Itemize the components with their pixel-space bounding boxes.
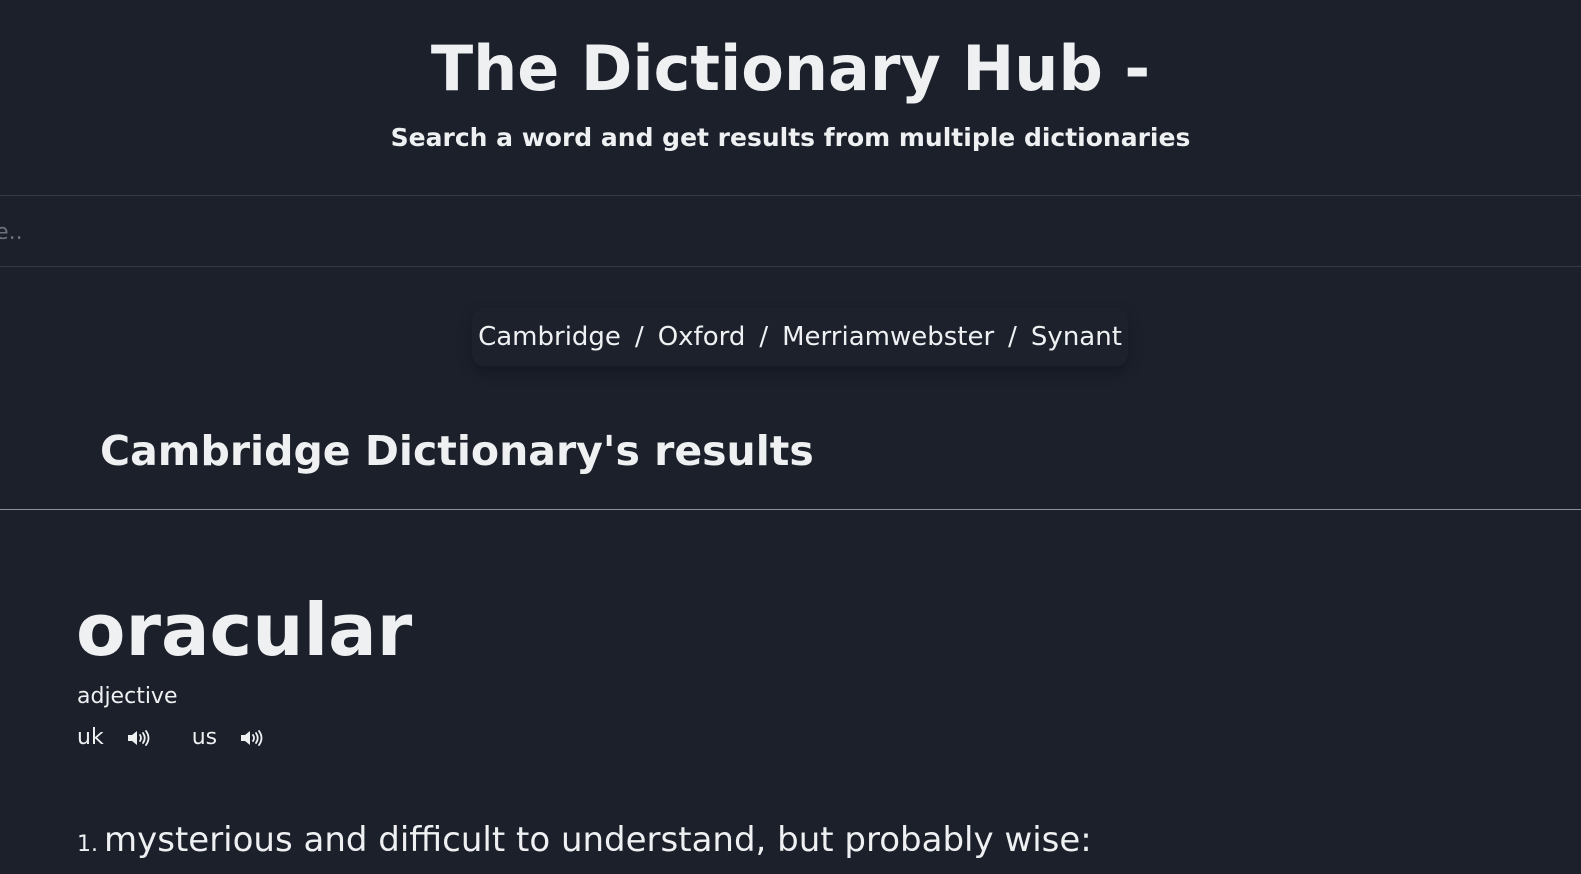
- search-input[interactable]: [0, 197, 1581, 267]
- dictionary-link-merriamwebster[interactable]: Merriamwebster: [782, 322, 994, 352]
- speaker-icon[interactable]: [239, 727, 265, 749]
- dictionary-nav: Cambridge / Oxford / Merriamwebster / Sy…: [472, 308, 1128, 366]
- speaker-icon[interactable]: [126, 727, 152, 749]
- definition-item: 1. mysterious and difficult to understan…: [77, 820, 1092, 860]
- page-title: The Dictionary Hub -: [430, 32, 1151, 105]
- dictionary-link-synant[interactable]: Synant: [1031, 322, 1122, 352]
- nav-separator: /: [634, 322, 644, 352]
- dictionary-link-oxford[interactable]: Oxford: [658, 322, 746, 352]
- nav-separator: /: [759, 322, 769, 352]
- pronunciation-label-uk: uk: [77, 725, 104, 750]
- results-heading: Cambridge Dictionary's results: [100, 427, 814, 475]
- search-bar: [0, 197, 1581, 267]
- definition-number: 1.: [77, 832, 98, 857]
- part-of-speech: adjective: [77, 684, 178, 709]
- page-subtitle: Search a word and get results from multi…: [390, 123, 1191, 152]
- headword: oracular: [76, 588, 413, 672]
- page-header: The Dictionary Hub - Search a word and g…: [0, 0, 1581, 196]
- definition-text: mysterious and difficult to understand, …: [104, 820, 1092, 860]
- dictionary-link-cambridge[interactable]: Cambridge: [478, 322, 621, 352]
- nav-separator: /: [1008, 322, 1017, 352]
- results-divider: [0, 509, 1581, 510]
- pronunciation-row: uk us: [77, 722, 265, 754]
- pronunciation-label-us: us: [191, 725, 218, 750]
